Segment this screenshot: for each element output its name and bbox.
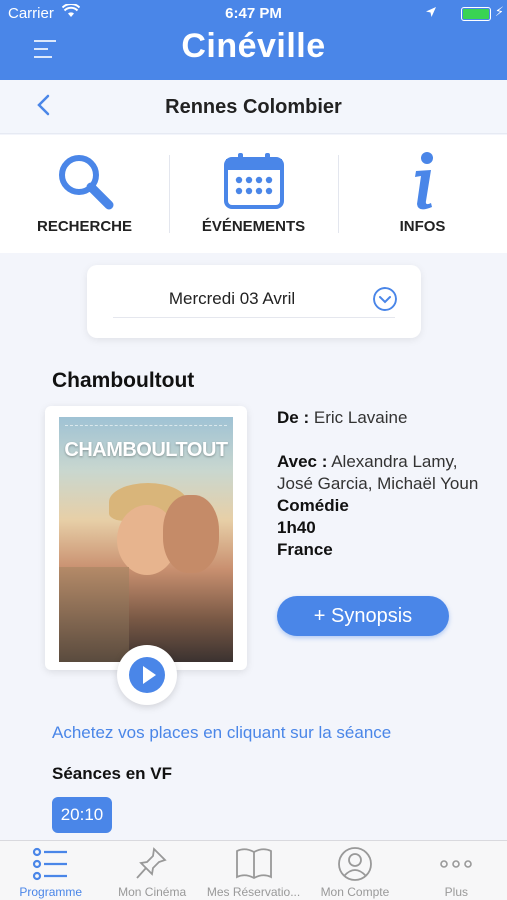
page-title: Rennes Colombier bbox=[165, 96, 342, 118]
director-value: Eric Lavaine bbox=[313, 408, 408, 427]
film-poster-card[interactable]: CHAMBOULTOUT bbox=[45, 406, 247, 670]
tab-label: Programme bbox=[19, 885, 83, 899]
director-row: De : Eric Lavaine bbox=[277, 407, 492, 429]
poster-title: CHAMBOULTOUT bbox=[64, 439, 228, 461]
shortcut-bar: RECHERCHE ÉVÉNEMENTS INFOS bbox=[0, 135, 507, 253]
play-trailer-button[interactable] bbox=[117, 645, 177, 705]
chevron-down-icon bbox=[373, 287, 397, 311]
film-info: De : Eric Lavaine Avec : Alexandra Lamy,… bbox=[277, 407, 492, 561]
director-label: De : bbox=[277, 408, 310, 427]
shortcut-infos[interactable]: INFOS bbox=[338, 135, 507, 253]
tab-reservations[interactable]: Mes Réservatio... bbox=[203, 841, 304, 900]
tab-programme[interactable]: Programme bbox=[0, 841, 101, 900]
date-selector[interactable]: Mercredi 03 Avril bbox=[87, 265, 421, 338]
tab-bar: Programme Mon Cinéma Mes Réservatio... M… bbox=[0, 840, 507, 900]
play-icon bbox=[143, 666, 156, 684]
film-title: Chamboultout bbox=[52, 369, 195, 392]
booking-hint: Achetez vos places en cliquant sur la sé… bbox=[52, 723, 392, 742]
cast-label: Avec : bbox=[277, 452, 328, 471]
poster-figure bbox=[59, 567, 129, 662]
showtime-button[interactable]: 20:10 bbox=[52, 797, 112, 833]
film-poster: CHAMBOULTOUT bbox=[59, 417, 233, 662]
tab-label: Plus bbox=[444, 885, 468, 899]
date-underline bbox=[113, 317, 395, 318]
cast-row: Avec : Alexandra Lamy, José Garcia, Mich… bbox=[277, 451, 492, 495]
shortcut-label: ÉVÉNEMENTS bbox=[201, 218, 306, 235]
country: France bbox=[277, 540, 333, 559]
tab-label: Mon Cinéma bbox=[118, 885, 187, 899]
shortcut-evenements[interactable]: ÉVÉNEMENTS bbox=[169, 135, 338, 253]
tab-plus[interactable]: Plus bbox=[406, 841, 507, 900]
genre: Comédie bbox=[277, 496, 349, 515]
selected-date: Mercredi 03 Avril bbox=[168, 289, 296, 308]
app-screen: Carrier 6:47 PM ⚡ Cinéville Rennes Colom… bbox=[0, 0, 507, 900]
tab-mon-compte[interactable]: Mon Compte bbox=[304, 841, 405, 900]
book-icon bbox=[235, 848, 272, 880]
synopsis-button[interactable]: + Synopsis bbox=[277, 596, 449, 636]
status-bar: Carrier 6:47 PM ⚡ bbox=[0, 0, 507, 28]
shortcut-recherche[interactable]: RECHERCHE bbox=[0, 135, 169, 253]
battery-icon bbox=[461, 7, 491, 21]
charging-icon: ⚡ bbox=[494, 4, 504, 19]
app-logo: Cinéville bbox=[181, 27, 326, 65]
poster-credits bbox=[65, 425, 227, 439]
info-icon bbox=[414, 152, 433, 210]
search-icon bbox=[58, 155, 113, 210]
duration: 1h40 bbox=[277, 518, 316, 537]
pin-icon bbox=[136, 847, 167, 879]
list-icon bbox=[32, 847, 67, 881]
shortcut-label: INFOS bbox=[399, 218, 446, 235]
location-arrow-icon bbox=[426, 7, 436, 17]
calendar-icon bbox=[223, 153, 284, 209]
user-icon bbox=[338, 847, 372, 881]
tab-mon-cinema[interactable]: Mon Cinéma bbox=[101, 841, 202, 900]
more-icon bbox=[440, 860, 473, 868]
app-header: Carrier 6:47 PM ⚡ Cinéville bbox=[0, 0, 507, 80]
tab-label: Mon Compte bbox=[320, 885, 390, 899]
poster-figure bbox=[163, 495, 219, 573]
showtimes-title: Séances en VF bbox=[52, 764, 173, 783]
cinema-titlebar: Rennes Colombier bbox=[0, 80, 507, 134]
shortcut-label: RECHERCHE bbox=[36, 218, 132, 235]
tab-label: Mes Réservatio... bbox=[206, 885, 301, 899]
